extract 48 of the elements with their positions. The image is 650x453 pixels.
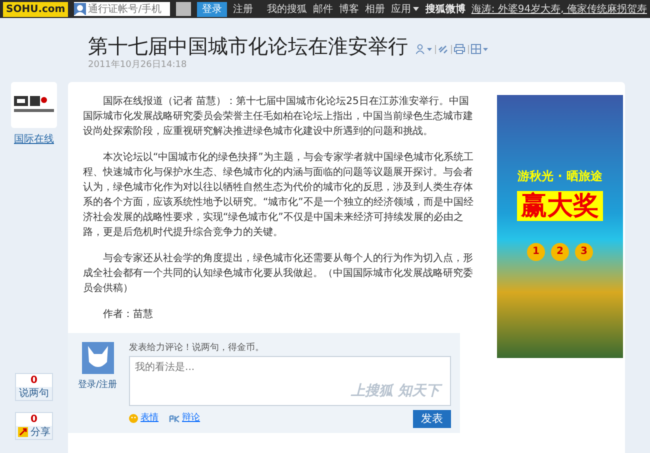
- emoji-link[interactable]: 表情: [129, 411, 159, 426]
- article-paragraph: 本次论坛以“中国城市化的绿色抉择”为主题，与会专家学者就中国绿色城市化系统工程、快速城市化与保护水生态、绿色城市化的内涵与面临的问题等议题展开探讨。与会者认为，绿色城市化作为对以往以牺牲自然生态为代价的城市化的反思，涉及到人类生存体系的各个方面，应该系统性地予以研究。“城市化”不是一个独立的经济领域，而是中国经济社会发展的战略性要求，实现“绿色城市化”不仅是中国未来经济可持续发展的必由之路，更是后危机时代提升综合竞争力的关键。: [83, 150, 474, 240]
- weibo-label: 搜狐微博: [425, 2, 466, 16]
- share-icon: [18, 427, 28, 437]
- ad-headline: 赢大奖: [517, 190, 603, 220]
- article-paragraph: 作者：苗慧: [102, 308, 154, 322]
- nav-link[interactable]: 博客: [338, 2, 359, 16]
- smiley-icon: [129, 414, 138, 423]
- pk-icon: [168, 414, 180, 422]
- article-date: 2011年10月26日14:18: [87, 59, 188, 72]
- print-icon[interactable]: [454, 44, 465, 54]
- nav-link[interactable]: 相册: [364, 2, 385, 16]
- login-link[interactable]: 登录: [78, 378, 96, 392]
- counter-comment-widget[interactable]: 0 说两句: [15, 372, 53, 400]
- headline-link[interactable]: 海涛: 外婆94岁大寿, 俺家传统麻拐贺寿: [471, 2, 647, 16]
- submit-button[interactable]: 发表: [413, 410, 452, 428]
- article-paragraph: 国际在线报道（记者 苗慧）：第十七届中国城市化论坛25日在江苏淮安举行。中国国际城市化发展战略研究委员会荣誉主任毛如柏在论坛上指出，中国当前绿色生态城市建设尚处探索阶段，应重视研究解决推进绿色城市化建设中所遇到的问题和挑战。: [83, 94, 474, 138]
- separator-text: /: [96, 378, 100, 392]
- article-paragraph: 与会专家还从社会学的角度提出，绿色城市化还需要从每个人的行为作为切入点，形成全社会都有一个共同的认知绿色城市化要从我做起。（中国国际城市化发展战略研究委员会供稿）: [83, 252, 474, 296]
- count-number: 0: [30, 412, 38, 426]
- nav-link[interactable]: 我的搜狐: [266, 2, 307, 16]
- ad-banner[interactable]: 游秋光 · 晒旅途 赢大奖 1 2 3: [497, 94, 623, 358]
- site-logo[interactable]: SOHU.com: [3, 2, 68, 16]
- source-logo[interactable]: [11, 82, 57, 128]
- source-name[interactable]: 国际在线: [14, 132, 54, 146]
- prize-badge: 3: [575, 242, 593, 260]
- register-link[interactable]: 注册: [99, 378, 118, 392]
- ad-slogan: 游秋光 · 晒旅途: [518, 168, 602, 184]
- user-icon: [74, 3, 86, 15]
- count-number: 0: [30, 374, 38, 386]
- login-button[interactable]: 登录: [197, 2, 228, 16]
- nav-link[interactable]: 邮件: [312, 2, 333, 16]
- nav-link[interactable]: 应用: [390, 2, 420, 16]
- prize-badge: 1: [527, 242, 545, 260]
- article-title: 第十七届中国城市化论坛在淮安举行: [88, 34, 408, 58]
- slogan-text: 上搜狐 知天下: [351, 384, 440, 398]
- caret-icon: [413, 7, 420, 11]
- register-link[interactable]: 注册: [233, 2, 254, 16]
- debate-link[interactable]: 辩论: [168, 411, 200, 426]
- prize-badge: 2: [551, 242, 569, 260]
- grid-icon[interactable]: [471, 44, 488, 54]
- counter-share-widget[interactable]: 0 分享: [15, 412, 53, 440]
- person-icon[interactable]: [416, 44, 432, 54]
- fox-avatar-icon: [82, 342, 114, 374]
- count-label[interactable]: 说两句: [16, 386, 52, 400]
- comment-prompt: 发表给力评论！说两句，得金币。: [129, 342, 266, 354]
- account-field[interactable]: 通行证帐号/手机: [74, 2, 170, 16]
- password-field[interactable]: [176, 2, 192, 16]
